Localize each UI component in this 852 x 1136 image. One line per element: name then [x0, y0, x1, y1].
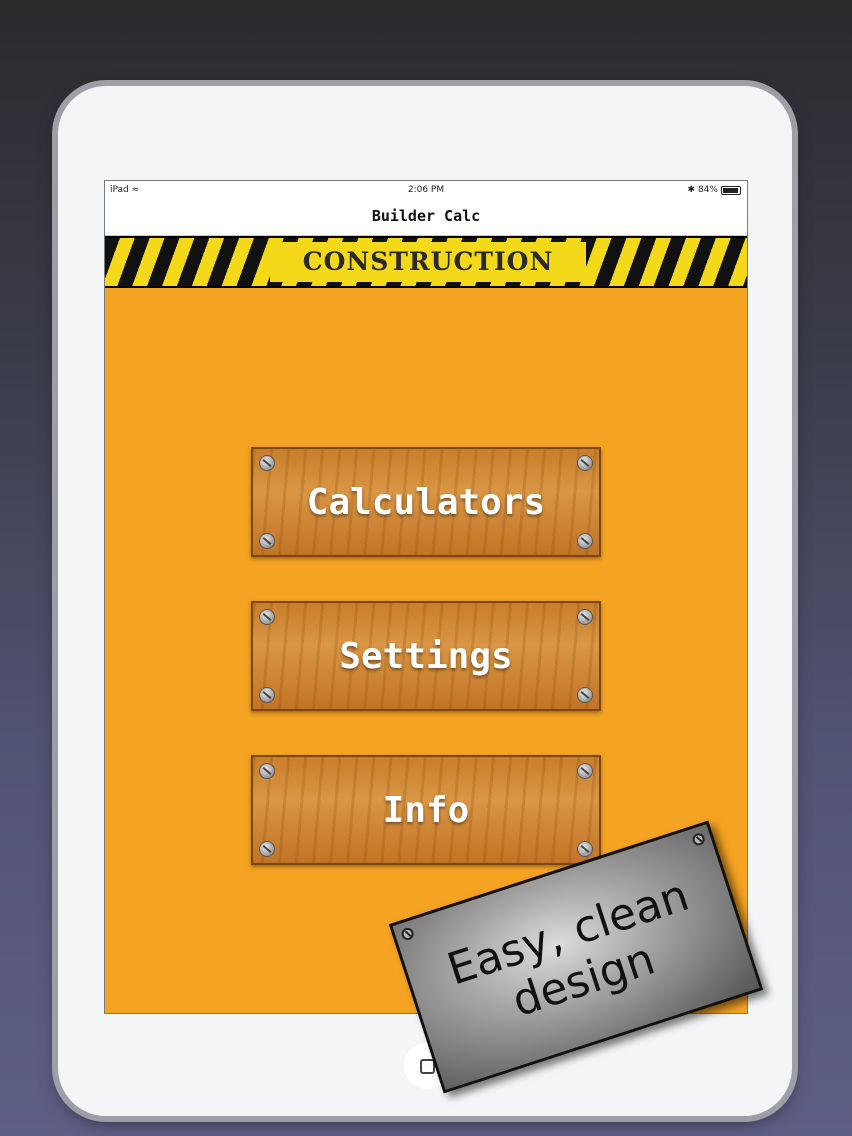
screw-icon [259, 533, 275, 549]
screw-icon [259, 763, 275, 779]
screw-icon [577, 533, 593, 549]
bolt-icon [691, 831, 707, 847]
screw-icon [259, 841, 275, 857]
screw-icon [259, 455, 275, 471]
settings-label: Settings [339, 635, 513, 677]
battery-percent: 84% [697, 185, 718, 195]
status-time: 2:06 PM [407, 185, 445, 195]
screw-icon [577, 455, 593, 471]
screw-icon [577, 763, 593, 779]
banner-label: CONSTRUCTION [270, 242, 586, 282]
construction-banner: CONSTRUCTION [105, 236, 747, 288]
bolt-icon [400, 926, 416, 942]
screw-icon [577, 687, 593, 703]
screw-icon [577, 841, 593, 857]
info-button[interactable]: Info [251, 755, 601, 865]
bluetooth-icon: ✱ [687, 185, 695, 195]
calculators-button[interactable]: Calculators [251, 447, 601, 557]
battery-icon [721, 185, 741, 195]
info-label: Info [382, 789, 470, 831]
screw-icon [577, 609, 593, 625]
screw-icon [259, 609, 275, 625]
calculators-label: Calculators [306, 481, 546, 523]
status-bar: iPad ≈ 2:06 PM ✱ 84% [105, 181, 747, 199]
promo-text: Easy, clean design [441, 870, 711, 1043]
nav-title: Builder Calc [105, 199, 747, 236]
settings-button[interactable]: Settings [251, 601, 601, 711]
screw-icon [259, 687, 275, 703]
status-right: ✱ 84% [687, 185, 741, 195]
